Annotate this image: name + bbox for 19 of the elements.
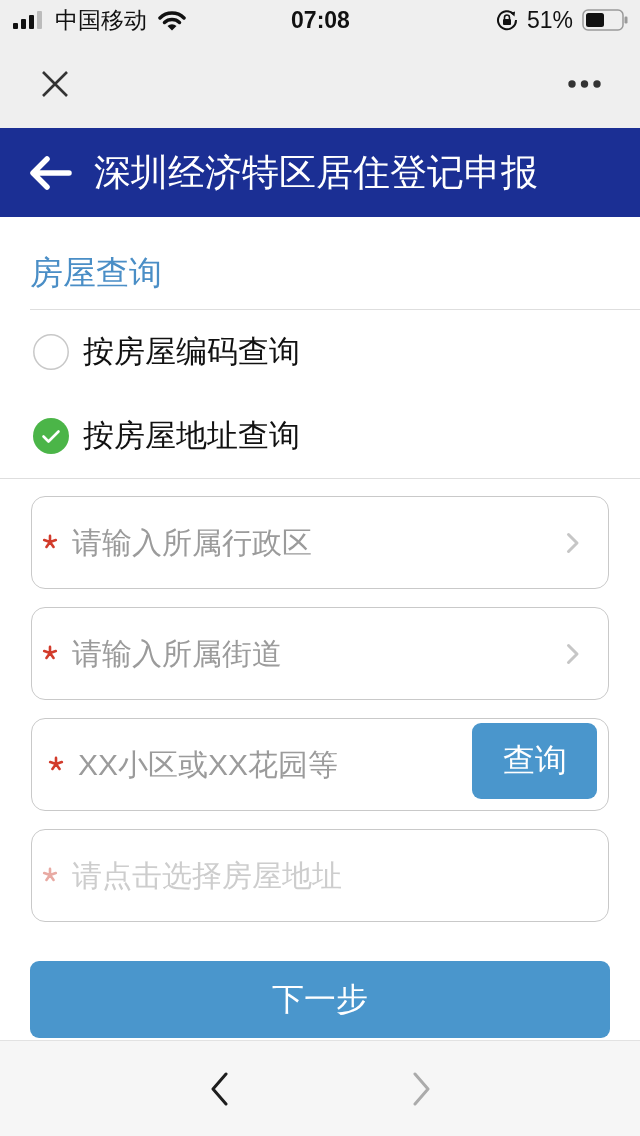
radio-option[interactable]: 按房屋编码查询 (33, 332, 300, 372)
rotation-lock-icon (495, 9, 518, 31)
more-icon[interactable] (568, 80, 601, 88)
select-field[interactable]: 请输入所属街道 (31, 607, 609, 700)
battery-icon (582, 9, 628, 31)
chevron-right-icon (566, 532, 580, 554)
select-field[interactable]: 请输入所属行政区 (31, 496, 609, 589)
back-chevron-icon[interactable] (209, 1071, 228, 1106)
radio-option[interactable]: 按房屋地址查询 (33, 416, 300, 456)
carrier-name: 中国移动 (55, 6, 147, 34)
clock-time: 07:08 (291, 6, 350, 34)
section-title: 房屋查询 (30, 253, 162, 293)
chevron-right-icon (566, 643, 580, 665)
wifi-icon (158, 9, 186, 31)
close-icon[interactable] (42, 71, 68, 97)
page-title: 深圳经济特区居住登记申报 (94, 150, 538, 195)
battery-percent: 51% (526, 6, 573, 34)
signal-icon (13, 11, 44, 29)
back-arrow-icon[interactable] (28, 154, 72, 191)
